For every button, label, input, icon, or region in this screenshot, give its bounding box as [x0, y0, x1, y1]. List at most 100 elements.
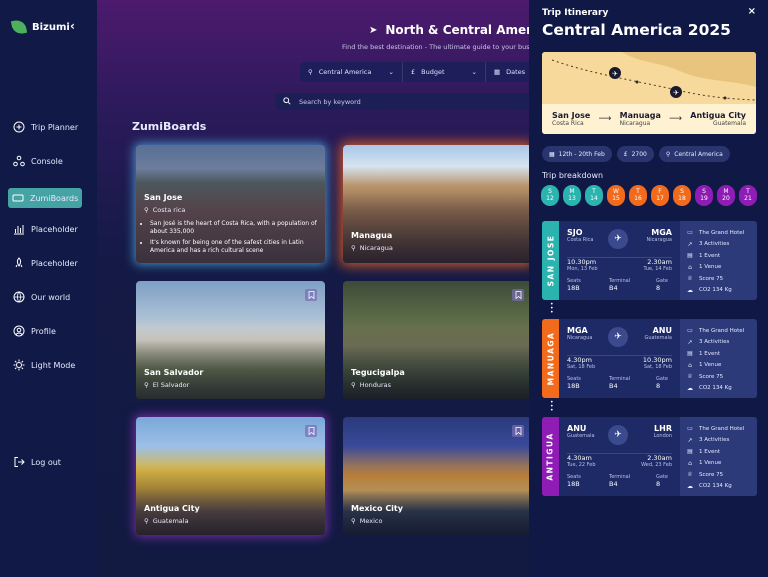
panel-title: Central America 2025 — [542, 21, 731, 39]
connector-dots: • • • — [550, 399, 554, 414]
destination-card-tegucigalpa[interactable]: Tegucigalpa ⚲ Honduras — [343, 281, 529, 399]
fact-item: San José is the heart of Costa Rica, wit… — [150, 220, 320, 235]
trophy-icon: ♕ — [687, 471, 693, 479]
bed-icon: ▭ — [687, 327, 693, 335]
day-number: 20 — [722, 194, 730, 202]
location-pin-icon: ⚲ — [144, 517, 149, 525]
location-pin-icon: ⚲ — [351, 381, 356, 389]
sidebar-item-trip-planner[interactable]: Trip Planner — [9, 117, 83, 137]
panel-label: Trip Itinerary — [542, 8, 609, 18]
bookmark-button[interactable] — [512, 425, 524, 437]
arrive-date: Sat, 18 Feb — [643, 364, 672, 370]
card-location: ⚲ Honduras — [351, 381, 391, 389]
trip-chips: ▦ 12th - 20th Feb £2700 ⚲ Central America — [542, 146, 730, 162]
card-location: ⚲ El Salvador — [144, 381, 189, 389]
sidebar-item-light-mode[interactable]: Light Mode — [9, 355, 83, 375]
destination-card-managua[interactable]: Managua ⚲ Nicaragua — [343, 145, 529, 263]
day-pill[interactable]: F 17 — [651, 185, 669, 206]
destination-card-san-salvador[interactable]: San Salvador ⚲ El Salvador — [136, 281, 325, 399]
origin-city: Nicaragua — [567, 335, 593, 341]
region-select[interactable]: ⚲ Central America ⌄ — [300, 62, 403, 82]
venue-icon: ⌂ — [688, 263, 692, 271]
card-country: Costa rica — [152, 206, 186, 214]
app-name: Bizumi — [32, 21, 70, 33]
budget-select[interactable]: £ Budget ⌄ — [403, 62, 486, 82]
bed-icon: ▭ — [687, 229, 693, 237]
day-pill[interactable]: S 18 — [673, 185, 691, 206]
day-pill[interactable]: T 16 — [629, 185, 647, 206]
dest-city: London — [653, 433, 672, 439]
destination-card-san-jose[interactable]: San Jose ⚲Costa rica San José is the hea… — [136, 145, 325, 263]
region-chip[interactable]: ⚲ Central America — [658, 146, 730, 162]
sidebar-item-placeholder-1[interactable]: Placeholder — [9, 219, 83, 239]
sidebar-item-placeholder-2[interactable]: Placeholder — [9, 253, 83, 273]
depart-date: Mon, 13 Feb — [567, 266, 598, 272]
sidebar-item-zumiboards[interactable]: ZumiBoards — [8, 188, 82, 208]
day-number: 15 — [612, 194, 620, 202]
day-strip: S 12 M 13 T 14 W 15 T 16 F 17 S 18 S 19 M 20 T 21 — [541, 185, 757, 206]
flight-details: ANU Guatemala ✈ LHR London 4.30am Tue, 22 F… — [559, 417, 680, 496]
card-title: Managua — [351, 231, 393, 240]
day-pill[interactable]: M 13 — [563, 185, 581, 206]
day-pill[interactable]: T 14 — [585, 185, 603, 206]
card-country: Mexico — [359, 517, 383, 525]
bookmark-button[interactable] — [512, 289, 524, 301]
ticket-icon: ▤ — [687, 252, 693, 260]
search-input[interactable]: Search by keyword — [275, 93, 529, 110]
page-subtitle: Find the best destination - The ultimate… — [342, 43, 529, 51]
filter-bar: ⚲ Central America ⌄ £ Budget ⌄ ▦ Dates — [300, 62, 529, 82]
close-icon[interactable]: × — [748, 6, 756, 17]
sidebar-item-profile[interactable]: Profile — [9, 321, 83, 341]
sidebar-item-label: Console — [31, 156, 63, 166]
bookmark-button[interactable] — [305, 425, 317, 437]
location-arrow-icon: ➤ — [369, 24, 378, 36]
venue-row: ⌂ 1 Venue — [686, 262, 751, 274]
bed-icon: ▭ — [687, 425, 693, 433]
arrow-right-icon: ⟶ — [598, 114, 612, 124]
hotel-row: ▭ The Grand Hotel — [686, 227, 751, 239]
dates-select[interactable]: ▦ Dates — [486, 62, 529, 82]
flight-details: SJO Costa Rica ✈ MGA Nicaragua 10.30pm Mon,… — [559, 221, 680, 300]
info-text: 1 Venue — [699, 264, 722, 271]
card-title: San Salvador — [144, 368, 204, 377]
sidebar-item-console[interactable]: Console — [9, 151, 83, 171]
sidebar-item-our-world[interactable]: Our world — [9, 287, 83, 307]
gate-value: 8 — [656, 284, 661, 292]
day-pill[interactable]: S 19 — [695, 185, 713, 206]
route-map[interactable]: ✈ ✈ San Jose Costa Rica ⟶ Manuaga Nicara… — [542, 52, 756, 134]
trophy-icon: ♕ — [687, 373, 693, 381]
arrive-time: 2.30am — [647, 454, 672, 462]
info-text: CO2 134 Kg — [699, 483, 732, 490]
info-text: 1 Event — [699, 350, 721, 357]
segment-card[interactable]: MANUAGA MGA Nicaragua ✈ ANU Guatemala 4.30… — [542, 319, 757, 398]
info-text: The Grand Hotel — [699, 327, 745, 334]
brand[interactable]: Bizumi ‹ — [10, 18, 75, 36]
seats-value: 18B — [567, 284, 580, 292]
day-pill[interactable]: S 12 — [541, 185, 559, 206]
day-pill[interactable]: T 21 — [739, 185, 757, 206]
cloud-icon: ☁ — [687, 286, 693, 294]
destination-card-mexico-city[interactable]: Mexico City ⚲ Mexico — [343, 417, 529, 535]
day-pill[interactable]: W 15 — [607, 185, 625, 206]
budget-chip[interactable]: £2700 — [616, 146, 654, 162]
destination-card-antigua-city[interactable]: Antigua City ⚲ Guatemala — [136, 417, 325, 535]
activities-row: ↗ 3 Activities — [686, 435, 751, 447]
sidebar-item-label: Placeholder — [31, 224, 78, 234]
dates-chip[interactable]: ▦ 12th - 20th Feb — [542, 146, 612, 162]
stay-info: ▭ The Grand Hotel ↗ 3 Activities ▤ 1 Event … — [680, 319, 757, 398]
network-icon — [13, 155, 25, 167]
segment-card[interactable]: SAN JOSE SJO Costa Rica ✈ MGA Nicaragua 10… — [542, 221, 757, 300]
dates-chip-value: 12th - 20th Feb — [558, 150, 605, 158]
chevron-down-icon: ⌄ — [471, 68, 477, 76]
segment-city-label: ANTIGUA — [546, 432, 555, 481]
day-pill[interactable]: M 20 — [717, 185, 735, 206]
page-title-text: North & Central America — [385, 23, 529, 37]
logout-button[interactable]: Log out — [9, 452, 83, 472]
search-placeholder: Search by keyword — [299, 97, 361, 106]
segment-card[interactable]: ANTIGUA ANU Guatemala ✈ LHR London 4.30am T… — [542, 417, 757, 496]
leaf-logo-icon — [10, 18, 28, 36]
sidebar-item-label: Placeholder — [31, 258, 78, 268]
trend-icon: ↗ — [687, 240, 693, 248]
bookmark-button[interactable] — [305, 289, 317, 301]
collapse-sidebar-icon[interactable]: ‹ — [70, 19, 75, 33]
